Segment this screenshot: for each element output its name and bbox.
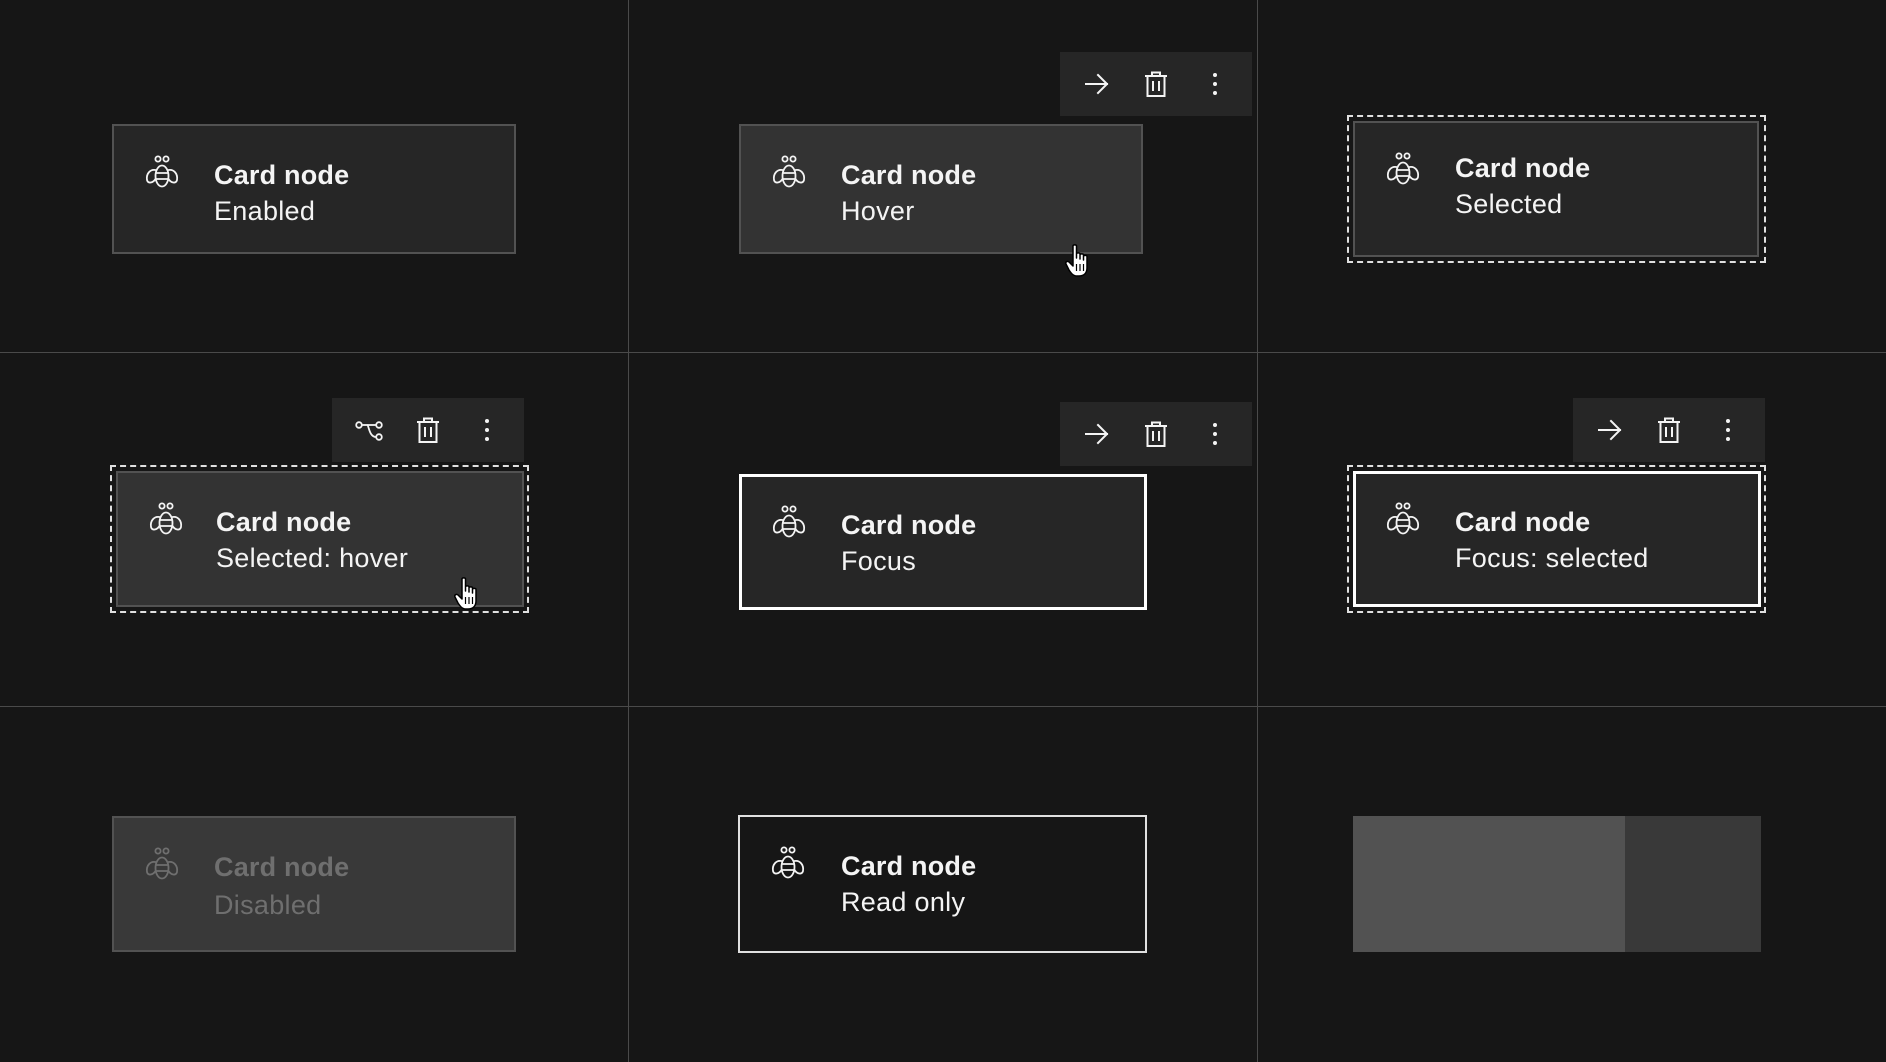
arrow-button[interactable] <box>1075 62 1119 106</box>
card-title: Card node <box>1455 507 1591 537</box>
card-title: Card node <box>841 510 977 540</box>
card-node-hover[interactable]: Card node Hover <box>739 124 1143 254</box>
card-subtitle: Read only <box>841 887 966 917</box>
bee-icon <box>1383 501 1423 541</box>
cell-selected-hover: Card node Selected: hover <box>0 353 629 707</box>
cell-enabled: Card node Enabled <box>0 0 629 353</box>
card-node-enabled[interactable]: Card node Enabled <box>112 124 516 254</box>
cell-skeleton <box>1258 707 1886 1062</box>
card-title: Card node <box>841 160 977 190</box>
card-toolbar <box>1573 398 1765 462</box>
connect-button[interactable] <box>347 408 391 452</box>
card-node-skeleton <box>1353 816 1761 952</box>
card-node-disabled: Card node Disabled <box>112 816 516 952</box>
bee-icon <box>769 154 809 194</box>
card-node-read-only: Card node Read only <box>738 815 1147 953</box>
card-subtitle: Hover <box>841 196 915 226</box>
card-subtitle: Selected <box>1455 189 1563 219</box>
card-title: Card node <box>841 851 977 881</box>
overflow-menu-vertical-icon <box>1201 420 1229 448</box>
card-subtitle: Enabled <box>214 196 316 226</box>
cell-focus: Card node Focus <box>629 353 1258 707</box>
card-toolbar <box>1060 402 1252 466</box>
overflow-menu-button[interactable] <box>465 408 509 452</box>
arrow-right-icon <box>1083 70 1111 98</box>
overflow-menu-button[interactable] <box>1706 408 1750 452</box>
cell-selected: Card node Selected <box>1258 0 1886 353</box>
hand-pointer-icon <box>1065 244 1095 278</box>
card-toolbar <box>1060 52 1252 116</box>
arrow-right-icon <box>1596 416 1624 444</box>
states-grid: Card node Enabled Card node Hover Card n… <box>0 0 1886 1062</box>
overflow-menu-button[interactable] <box>1193 62 1237 106</box>
arrow-button[interactable] <box>1075 412 1119 456</box>
bee-icon <box>768 845 808 885</box>
trash-can-icon <box>414 416 442 444</box>
overflow-menu-vertical-icon <box>1201 70 1229 98</box>
bee-icon <box>1383 151 1423 191</box>
card-title: Card node <box>216 507 352 537</box>
overflow-menu-button[interactable] <box>1193 412 1237 456</box>
card-title: Card node <box>214 160 350 190</box>
cell-read-only: Card node Read only <box>629 707 1258 1062</box>
bee-icon <box>769 504 809 544</box>
arrow-right-icon <box>1083 420 1111 448</box>
cell-focus-selected: Card node Focus: selected <box>1258 353 1886 707</box>
card-title: Card node <box>1455 153 1591 183</box>
card-title: Card node <box>214 852 350 882</box>
trash-can-icon <box>1655 416 1683 444</box>
card-subtitle: Focus <box>841 546 917 576</box>
card-node-focus[interactable]: Card node Focus <box>739 474 1147 610</box>
cell-hover: Card node Hover <box>629 0 1258 353</box>
card-node-selected[interactable]: Card node Selected <box>1353 121 1759 257</box>
bee-icon <box>142 154 182 194</box>
cell-disabled: Card node Disabled <box>0 707 629 1062</box>
overflow-menu-vertical-icon <box>473 416 501 444</box>
delete-button[interactable] <box>1134 412 1178 456</box>
card-toolbar <box>332 398 524 462</box>
hand-pointer-icon <box>454 577 484 611</box>
card-subtitle: Focus: selected <box>1455 543 1649 573</box>
skeleton-shimmer <box>1353 816 1625 952</box>
delete-button[interactable] <box>1134 62 1178 106</box>
card-subtitle: Disabled <box>214 890 322 920</box>
arrow-button[interactable] <box>1588 408 1632 452</box>
connect-icon <box>355 416 383 444</box>
delete-button[interactable] <box>1647 408 1691 452</box>
card-subtitle: Selected: hover <box>216 543 409 573</box>
bee-icon <box>146 501 186 541</box>
trash-can-icon <box>1142 420 1170 448</box>
card-node-focus-selected[interactable]: Card node Focus: selected <box>1353 471 1761 607</box>
bee-icon <box>142 846 182 886</box>
delete-button[interactable] <box>406 408 450 452</box>
trash-can-icon <box>1142 70 1170 98</box>
overflow-menu-vertical-icon <box>1714 416 1742 444</box>
